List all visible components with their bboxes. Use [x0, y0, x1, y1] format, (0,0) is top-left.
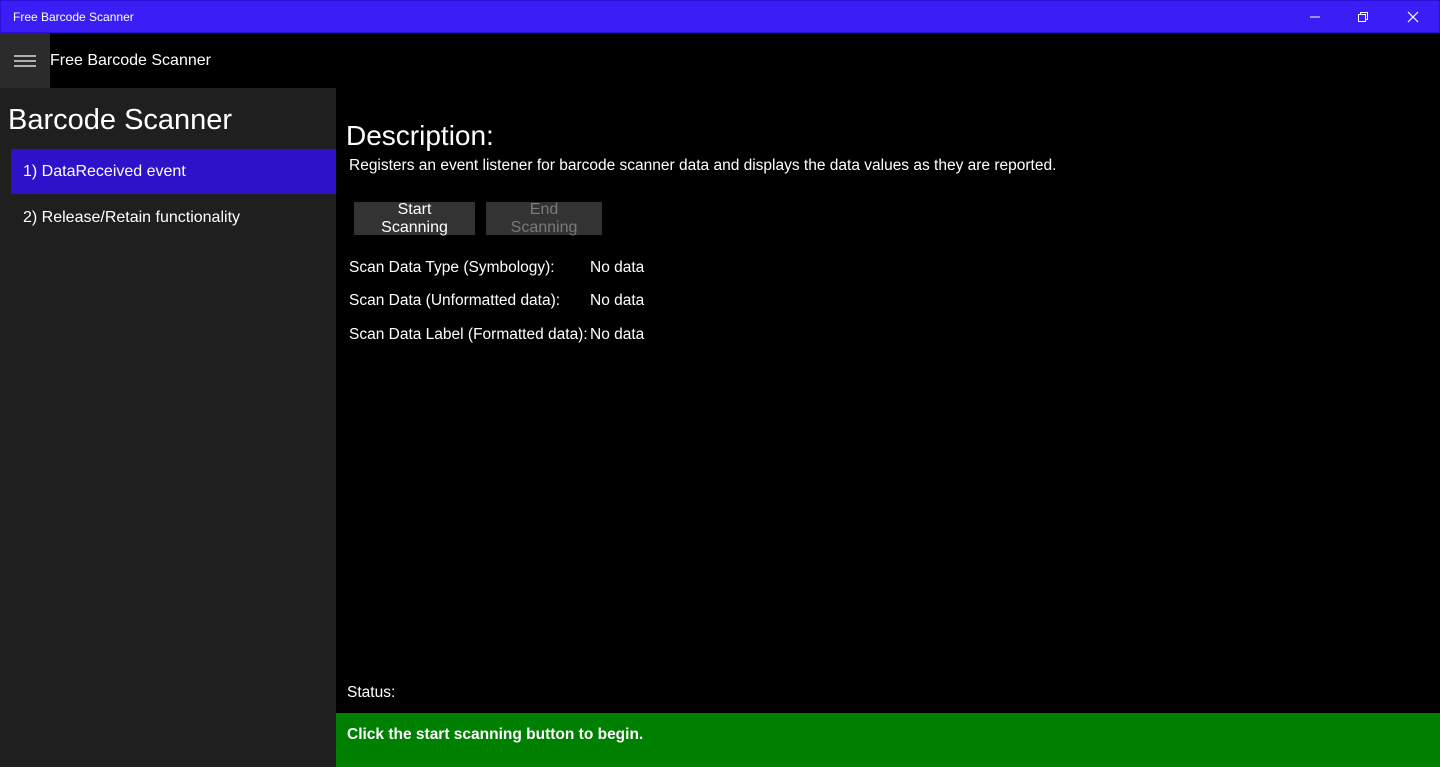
scan-data-type-value: No data: [590, 259, 645, 276]
app-header: Free Barcode Scanner: [0, 33, 1440, 88]
status-bar: Click the start scanning button to begin…: [336, 713, 1440, 767]
end-scanning-button[interactable]: End Scanning: [486, 201, 602, 236]
window-titlebar: Free Barcode Scanner: [0, 0, 1440, 33]
maximize-button[interactable]: [1339, 1, 1387, 33]
hamburger-icon: [14, 54, 36, 67]
description-heading: Description:: [346, 120, 494, 151]
minimize-icon: [1310, 16, 1320, 18]
nav-item-label: 1) DataReceived event: [23, 162, 186, 180]
nav-item-label: 2) Release/Retain functionality: [23, 208, 241, 226]
scan-data-value: No data: [590, 292, 645, 309]
scan-data-type-label: Scan Data Type (Symbology):: [349, 259, 555, 276]
nav-item-release-retain[interactable]: 2) Release/Retain functionality: [11, 195, 336, 240]
close-icon: [1407, 11, 1419, 23]
start-scanning-button[interactable]: Start Scanning: [354, 201, 475, 236]
nav-item-data-received[interactable]: 1) DataReceived event: [11, 149, 336, 194]
scan-data-formatted-value: No data: [590, 326, 645, 343]
status-message: Click the start scanning button to begin…: [347, 726, 644, 743]
restore-icon: [1358, 12, 1368, 22]
app-title: Free Barcode Scanner: [50, 52, 211, 69]
scan-data-label: Scan Data (Unformatted data):: [349, 292, 561, 309]
main-content: Description: Registers an event listener…: [336, 88, 1440, 767]
minimize-button[interactable]: [1291, 1, 1339, 33]
status-label: Status:: [347, 684, 396, 701]
description-text: Registers an event listener for barcode …: [349, 157, 1057, 174]
menu-button[interactable]: [0, 33, 50, 88]
scan-data-formatted-label: Scan Data Label (Formatted data):: [349, 326, 588, 343]
sidebar-heading: Barcode Scanner: [8, 104, 233, 136]
close-button[interactable]: [1389, 1, 1437, 33]
sidebar: Barcode Scanner 1) DataReceived event 2)…: [0, 88, 336, 767]
window-title: Free Barcode Scanner: [13, 10, 134, 24]
